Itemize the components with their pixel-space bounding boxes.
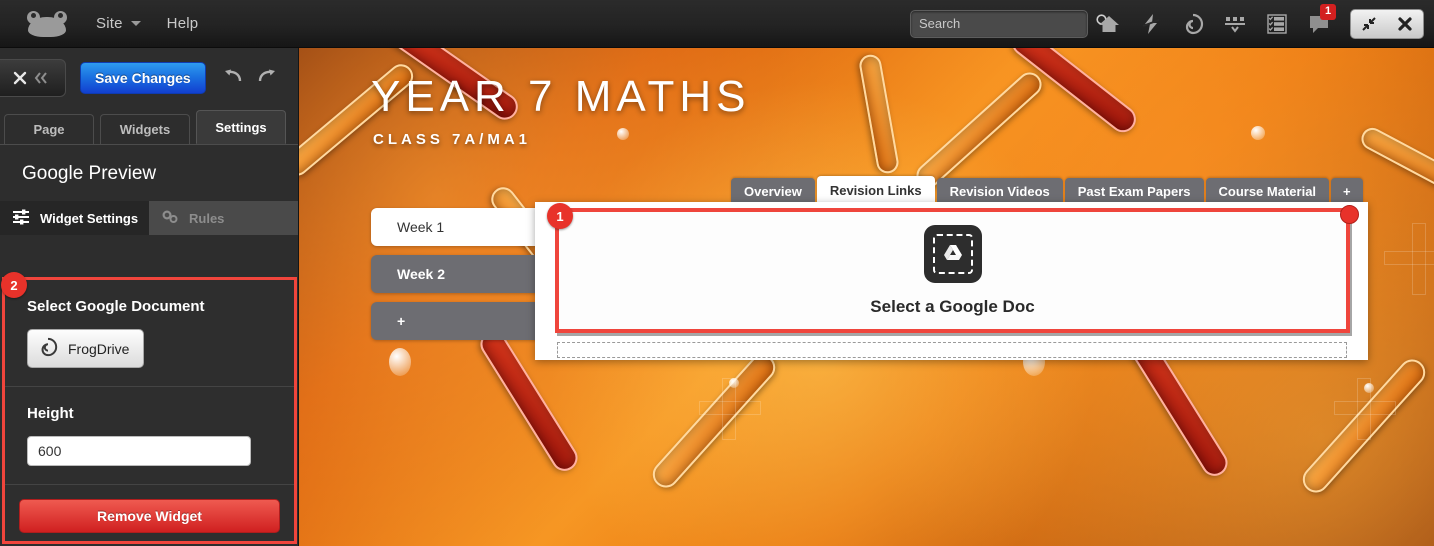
google-doc-widget[interactable]: Select a Google Doc	[555, 208, 1350, 333]
tasks-icon[interactable]	[1256, 4, 1298, 44]
settings-subtabs: Widget Settings Rules	[0, 201, 298, 235]
app-root: Site Help Search 1 YEAR 7 MATHS CLASS 7A…	[0, 0, 1434, 546]
height-section: Height	[5, 387, 294, 485]
widget-cta-label: Select a Google Doc	[870, 296, 1035, 316]
editor-sidebar: Save Changes Page Widgets Settings Googl…	[0, 48, 299, 546]
home-icon[interactable]	[1088, 4, 1130, 44]
subtab-widget-settings[interactable]: Widget Settings	[0, 201, 149, 235]
page-title: YEAR 7 MATHS	[371, 72, 751, 121]
select-document-label: Select Google Document	[27, 298, 205, 315]
search-box[interactable]	[910, 9, 1111, 38]
remove-widget-button[interactable]: Remove Widget	[19, 499, 280, 533]
tab-course-material[interactable]: Course Material	[1205, 178, 1330, 204]
select-document-section: Select Google Document FrogDrive	[5, 280, 294, 387]
step-marker-2: 2	[1, 272, 27, 298]
page-subtitle: CLASS 7A/MA1	[373, 131, 532, 148]
height-label: Height	[27, 405, 74, 422]
tab-past-exam-papers[interactable]: Past Exam Papers	[1064, 178, 1204, 204]
editor-toolbar: Save Changes	[0, 48, 298, 108]
chat-icon[interactable]: 1	[1298, 3, 1340, 44]
week-nav: Week 1 Week 2 +	[371, 208, 557, 349]
gears-icon	[161, 209, 179, 228]
frogdrive-icon	[38, 337, 58, 360]
tab-overview[interactable]: Overview	[731, 178, 815, 204]
chat-badge: 1	[1320, 3, 1336, 20]
undo-redo-group	[222, 67, 278, 90]
subtab-rules-label: Rules	[189, 210, 225, 226]
subtab-widget-settings-label: Widget Settings	[40, 210, 139, 226]
frogdrive-button-label: FrogDrive	[68, 340, 130, 357]
chevron-down-icon[interactable]	[130, 21, 141, 26]
widget-settings-form: Select Google Document FrogDrive Height …	[2, 277, 297, 544]
top-bar-right: 1	[910, 3, 1434, 44]
tab-widgets[interactable]: Widgets	[100, 114, 190, 144]
nav-site[interactable]: Site	[96, 15, 123, 32]
flash-icon[interactable]	[1130, 4, 1172, 44]
restore-icon[interactable]	[1353, 11, 1385, 37]
frogdrive-icon[interactable]	[1172, 4, 1214, 44]
widget-dropzone[interactable]	[557, 342, 1347, 358]
week-tab-1[interactable]: Week 1	[371, 208, 557, 246]
settings-footer: Remove Widget	[5, 485, 294, 546]
frog-logo-icon[interactable]	[24, 9, 70, 39]
google-drive-icon	[923, 224, 982, 283]
close-icon[interactable]	[1389, 11, 1421, 37]
top-bar: Site Help Search 1	[0, 0, 1434, 48]
window-controls	[1350, 8, 1424, 39]
week-tab-2[interactable]: Week 2	[371, 255, 557, 293]
site-tabbar: Overview Revision Links Revision Videos …	[731, 176, 1365, 204]
tab-revision-links[interactable]: Revision Links	[816, 176, 935, 204]
tab-add[interactable]: +	[1331, 178, 1363, 204]
apps-icon[interactable]	[1214, 4, 1256, 44]
save-button[interactable]: Save Changes	[80, 62, 206, 94]
close-editor-button[interactable]	[0, 59, 66, 97]
editor-tabs: Page Widgets Settings	[0, 108, 298, 144]
sliders-icon	[12, 209, 30, 228]
tab-revision-videos[interactable]: Revision Videos	[936, 178, 1063, 204]
height-input[interactable]	[27, 436, 251, 466]
widget-settings-title: Google Preview	[0, 145, 298, 201]
step-marker-1: 1	[547, 203, 573, 229]
nav-help[interactable]: Help	[167, 15, 199, 32]
subtab-rules[interactable]: Rules	[149, 201, 298, 235]
undo-icon[interactable]	[222, 67, 244, 90]
frogdrive-button[interactable]: FrogDrive	[27, 329, 145, 368]
week-tab-add[interactable]: +	[371, 302, 557, 340]
site-canvas: YEAR 7 MATHS CLASS 7A/MA1 Overview Revis…	[299, 48, 1434, 546]
search-input[interactable]	[919, 16, 1095, 31]
tab-page[interactable]: Page	[4, 114, 94, 144]
widget-remove-marker[interactable]	[1340, 205, 1359, 224]
redo-icon[interactable]	[256, 67, 278, 90]
tab-settings[interactable]: Settings	[196, 110, 286, 144]
